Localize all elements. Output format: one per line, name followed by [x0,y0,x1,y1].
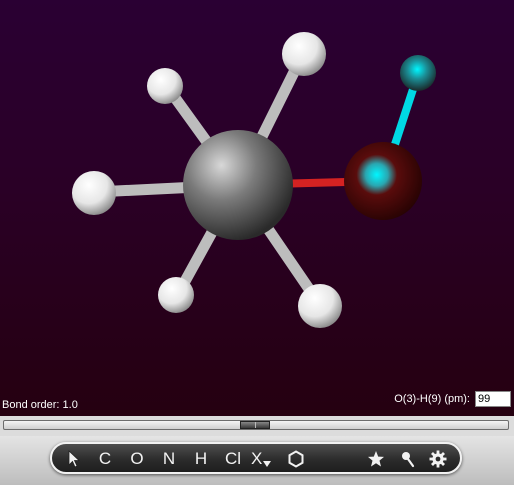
nitrogen-tool-button[interactable]: N [157,447,181,471]
molecule-viewport[interactable]: Bond order: 1.0 O(3)-H(9) (pm): [0,0,514,416]
oxygen-tool-button[interactable]: O [125,447,149,471]
measure-pin-button[interactable] [396,447,420,471]
hydrogen-atom-upper-left[interactable] [147,68,183,104]
element-toolbar: C O N H Cl X [50,442,462,474]
hydrogen-atom-lower-left[interactable] [158,277,194,313]
bond-length-input[interactable] [475,391,511,407]
cursor-arrow-icon [66,450,82,468]
molecule-canvas[interactable] [0,0,514,416]
hydrogen-atom-selected[interactable] [400,55,436,91]
slider-thumb[interactable] [240,421,270,429]
carbon-atom[interactable] [183,130,293,240]
carbon-tool-button[interactable]: C [93,447,117,471]
favorite-button[interactable] [364,447,388,471]
hydrogen-atom-lower-right[interactable] [298,284,342,328]
settings-button[interactable] [426,447,450,471]
hydrogen-tool-button[interactable]: H [189,447,213,471]
hydrogen-atom-top[interactable] [282,32,326,76]
hydrogen-atom-left[interactable] [72,171,116,215]
bond-slider[interactable] [0,416,514,436]
gear-icon [429,450,447,468]
bond-length-measure: O(3)-H(9) (pm): [394,390,511,408]
chlorine-tool-button[interactable]: Cl [221,447,245,471]
dropdown-arrow-icon [263,461,272,467]
halogen-label: X [251,449,263,468]
bond-order-readout: Bond order: 1.0 [2,399,78,411]
oxygen-atom-selected[interactable] [344,142,422,220]
ring-tool-button[interactable] [284,447,308,471]
halogen-dropdown-button[interactable]: X [251,447,281,471]
star-icon [367,450,385,468]
pin-icon [399,450,417,468]
hexagon-icon [287,450,305,468]
select-tool-button[interactable] [62,447,86,471]
toolbar-area: C O N H Cl X [0,436,514,485]
bond-length-label: O(3)-H(9) (pm): [394,393,470,405]
